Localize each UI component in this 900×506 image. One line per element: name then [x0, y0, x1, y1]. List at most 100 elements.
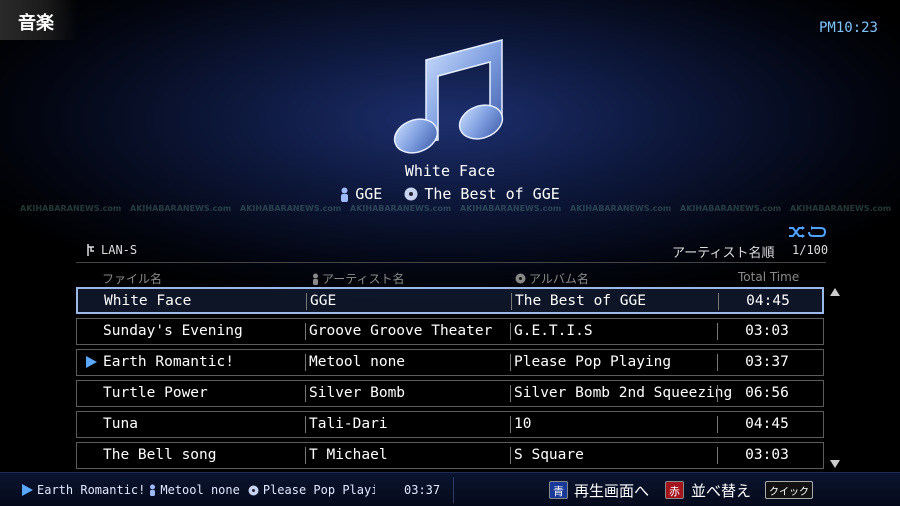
watermark-text: AKIHABARANEWS.com	[20, 204, 122, 213]
column-separator	[305, 385, 306, 402]
quick-menu-button[interactable]: クイック	[765, 481, 813, 499]
column-header-artist: アーティスト名	[312, 270, 405, 287]
blue-key[interactable]: 青	[549, 481, 568, 499]
track-row[interactable]: Tuna Tali-Dari 10 04:45	[76, 411, 824, 438]
watermark-text: AKIHABARANEWS.com	[130, 204, 232, 213]
red-key[interactable]: 赤	[665, 481, 684, 499]
track-album: Silver Bomb 2nd Squeezing	[514, 385, 733, 401]
network-source-icon	[87, 244, 94, 256]
track-time: 03:37	[745, 354, 789, 370]
repeat-icon	[808, 226, 826, 237]
column-separator	[510, 323, 511, 340]
watermark-text: AKIHABARANEWS.com	[790, 204, 892, 213]
track-album: The Best of GGE	[515, 293, 646, 309]
track-file-name: The Bell song	[103, 447, 217, 463]
track-row[interactable]: Sunday's Evening Groove Groove Theater G…	[76, 318, 824, 345]
footer-track: Earth Romantic!	[37, 483, 146, 497]
mode-label: 音楽	[0, 0, 78, 40]
footer-album: Please Pop Playing	[262, 483, 375, 497]
column-separator	[305, 447, 306, 464]
column-separator	[510, 416, 511, 433]
track-time: 03:03	[745, 323, 789, 339]
go-to-player-button[interactable]: 再生画面へ	[574, 480, 649, 501]
album-disc-icon	[404, 187, 418, 201]
column-header-file: ファイル名	[102, 272, 163, 286]
watermark-text: AKIHABARANEWS.com	[680, 204, 782, 213]
column-separator	[718, 293, 719, 310]
track-time: 04:45	[745, 416, 789, 432]
track-row[interactable]: Earth Romantic! Metool none Please Pop P…	[76, 349, 824, 376]
column-header-album-label: アルバム名	[529, 272, 589, 286]
footer-artist: Metool none	[160, 483, 240, 497]
track-time: 03:03	[745, 447, 789, 463]
clock: PM10:23	[818, 20, 878, 36]
track-artist: T Michael	[309, 447, 388, 463]
divider	[76, 262, 826, 263]
track-file-name: Sunday's Evening	[103, 323, 243, 339]
scroll-up-icon[interactable]	[830, 288, 840, 296]
source-label: LAN-S	[101, 243, 138, 257]
column-separator	[717, 416, 718, 433]
column-separator	[510, 385, 511, 402]
track-artist: Metool none	[309, 354, 406, 370]
sort-button[interactable]: 並べ替え	[691, 480, 751, 501]
track-album: 10	[514, 416, 532, 432]
footer-now-playing: Earth Romantic! Metool none Please Pop P…	[22, 480, 450, 500]
column-separator	[305, 323, 306, 340]
now-playing-title: White Face	[404, 162, 496, 180]
track-time: 06:56	[745, 385, 789, 401]
track-count: 1/100	[792, 243, 829, 257]
album-disc-icon	[248, 485, 259, 495]
watermark-text: AKIHABARANEWS.com	[350, 204, 452, 213]
music-note-icon	[386, 30, 514, 160]
column-header-time: Total Time	[738, 270, 800, 284]
watermark-text: AKIHABARANEWS.com	[240, 204, 342, 213]
watermark-text: AKIHABARANEWS.com	[570, 204, 672, 213]
track-file-name: Turtle Power	[103, 385, 208, 401]
column-separator	[717, 385, 718, 402]
track-album: G.E.T.I.S	[514, 323, 593, 339]
track-file-name: White Face	[104, 293, 192, 309]
column-separator	[717, 354, 718, 371]
footer-bar: Earth Romantic! Metool none Please Pop P…	[0, 472, 900, 506]
track-artist: GGE	[310, 293, 337, 309]
track-artist: Silver Bomb	[309, 385, 406, 401]
track-file-name: Tuna	[103, 416, 138, 432]
watermark-text: AKIHABARANEWS.com	[460, 204, 562, 213]
track-row[interactable]: Turtle Power Silver Bomb Silver Bomb 2nd…	[76, 380, 824, 407]
track-time: 04:45	[746, 293, 790, 309]
watermark-strip: AKIHABARANEWS.com AKIHABARANEWS.com AKIH…	[0, 204, 900, 224]
music-screen: 音楽 PM10:23 White Face GGE The Best of GG…	[0, 0, 900, 506]
column-separator	[717, 323, 718, 340]
playing-indicator-icon	[86, 356, 97, 368]
column-separator	[305, 354, 306, 371]
artist-icon	[313, 273, 318, 285]
now-playing-subtitle: GGE The Best of GGE	[0, 185, 900, 203]
column-separator	[306, 293, 307, 310]
column-header-artist-label: アーティスト名	[322, 272, 405, 286]
track-artist: Groove Groove Theater	[309, 323, 493, 339]
column-separator	[717, 447, 718, 464]
track-album: S Square	[514, 447, 584, 463]
artist-icon	[341, 187, 349, 202]
scroll-down-icon[interactable]	[830, 460, 840, 468]
column-separator	[511, 293, 512, 310]
play-icon	[22, 484, 33, 496]
track-row[interactable]: White Face GGE The Best of GGE 04:45	[76, 287, 824, 314]
sort-order-label: アーティスト名順	[672, 246, 775, 261]
shuffle-icon	[789, 226, 805, 238]
now-playing-artist: GGE	[355, 185, 383, 203]
track-album: Please Pop Playing	[514, 354, 672, 370]
now-playing-album: The Best of GGE	[424, 185, 560, 203]
track-file-name: Earth Romantic!	[103, 354, 234, 370]
album-disc-icon	[515, 273, 526, 284]
track-row[interactable]: The Bell song T Michael S Square 03:03	[76, 442, 824, 469]
column-separator	[305, 416, 306, 433]
divider	[453, 477, 454, 503]
column-separator	[510, 447, 511, 464]
footer-time: 03:37	[404, 483, 441, 497]
column-separator	[510, 354, 511, 371]
mode-title: 音楽	[18, 13, 54, 34]
track-artist: Tali-Dari	[309, 416, 388, 432]
artist-icon	[150, 484, 156, 496]
